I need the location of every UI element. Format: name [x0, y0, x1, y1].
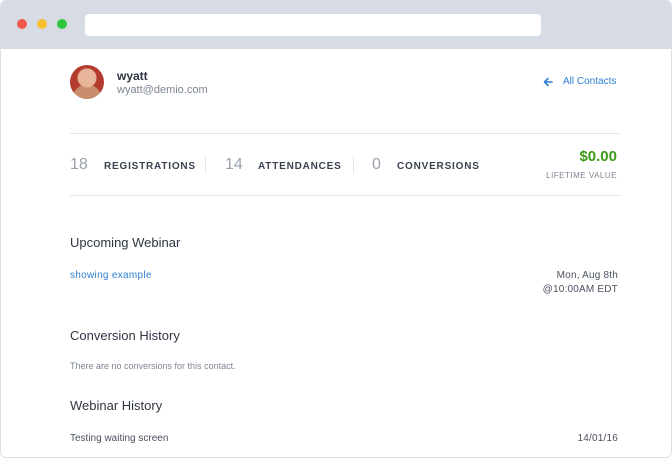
all-contacts-label: All Contacts	[563, 76, 617, 87]
no-conversions-text: There are no conversions for this contac…	[70, 361, 236, 371]
upcoming-webinar-date: Mon, Aug 8th	[556, 270, 618, 281]
contact-email: wyatt@demio.com	[117, 84, 208, 96]
stat-divider	[353, 156, 354, 174]
upcoming-webinar-link[interactable]: showing example	[70, 270, 152, 281]
minimize-window-button[interactable]	[37, 19, 47, 29]
contact-name: wyatt	[117, 69, 148, 83]
attendances-count: 14	[225, 156, 243, 173]
lifetime-value-amount: $0.00	[579, 148, 617, 165]
webinar-history-title: Webinar History	[70, 398, 163, 413]
conversions-count: 0	[372, 156, 381, 173]
lifetime-value-label: LIFETIME VALUE	[546, 171, 617, 180]
stat-divider	[205, 156, 206, 174]
upcoming-webinar-title: Upcoming Webinar	[70, 235, 181, 250]
divider	[70, 133, 620, 134]
conversions-label: CONVERSIONS	[397, 161, 480, 172]
close-window-button[interactable]	[17, 19, 27, 29]
all-contacts-link[interactable]: All Contacts	[543, 76, 616, 87]
webinar-history-item-date: 14/01/16	[577, 433, 618, 444]
contact-detail-page: wyatt wyatt@demio.com All Contacts 18 RE…	[1, 49, 671, 457]
maximize-window-button[interactable]	[57, 19, 67, 29]
avatar	[70, 65, 104, 99]
webinar-history-item-name: Testing waiting screen	[70, 433, 169, 444]
registrations-label: REGISTRATIONS	[104, 161, 196, 172]
divider	[70, 195, 620, 196]
browser-titlebar	[1, 1, 671, 49]
arrow-left-icon	[543, 77, 553, 86]
upcoming-webinar-time: @10:00AM EDT	[542, 284, 618, 295]
browser-window: wyatt wyatt@demio.com All Contacts 18 RE…	[0, 0, 672, 458]
attendances-label: ATTENDANCES	[258, 161, 342, 172]
registrations-count: 18	[70, 156, 88, 173]
conversion-history-title: Conversion History	[70, 328, 180, 343]
address-bar[interactable]	[85, 14, 541, 36]
